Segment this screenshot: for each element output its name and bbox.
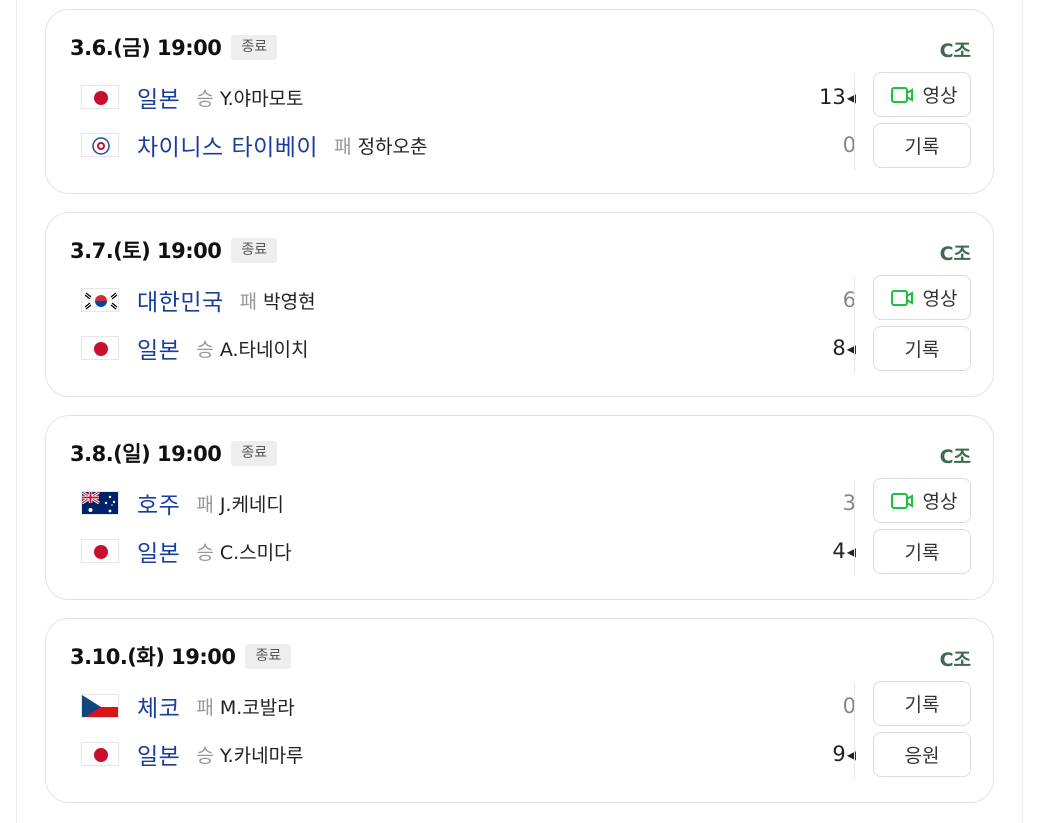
button-label: 응원 — [904, 745, 940, 767]
divider — [854, 277, 855, 373]
game-header: 3.7.(토) 19:00 종료 — [70, 237, 278, 263]
group-label[interactable]: C조 — [940, 442, 971, 469]
team-row-away[interactable]: 체코 패 M.코발라 0 — [81, 688, 856, 724]
result-label: 승 — [196, 541, 214, 564]
status-badge: 종료 — [245, 643, 292, 669]
score-value: 4 — [832, 539, 846, 563]
game-datetime: 3.8.(일) 19:00 — [70, 442, 222, 466]
video-icon — [890, 289, 913, 306]
team-name[interactable]: 일본 — [137, 534, 180, 568]
game-card: 3.6.(금) 19:00 종료 C조 일본 승 Y.야마모토 13◀ 차이니스… — [45, 9, 994, 194]
result-label: 승 — [196, 338, 214, 361]
team-row-home[interactable]: 일본 승 A.타네이치 8◀ — [81, 330, 856, 366]
button-label: 영상 — [922, 288, 958, 310]
game-header: 3.8.(일) 19:00 종료 — [70, 440, 278, 466]
divider — [854, 74, 855, 170]
team-name[interactable]: 일본 — [137, 331, 180, 365]
team-name[interactable]: 체코 — [137, 689, 180, 723]
video-button[interactable]: 영상 — [873, 478, 971, 523]
frame-left-border — [16, 0, 17, 823]
result-label: 패 — [196, 696, 214, 719]
game-datetime: 3.6.(금) 19:00 — [70, 36, 222, 60]
game-datetime: 3.7.(토) 19:00 — [70, 239, 222, 263]
team-name[interactable]: 호주 — [137, 486, 180, 520]
pitcher-name[interactable]: J.케네디 — [220, 490, 284, 517]
frame-right-border — [1022, 0, 1023, 823]
divider — [854, 683, 855, 779]
result-label: 패 — [334, 135, 352, 158]
korea-flag-icon — [81, 288, 119, 312]
team-name[interactable]: 대한민국 — [137, 283, 224, 317]
team-row-away[interactable]: 대한민국 패 박영현 6 — [81, 282, 856, 318]
status-badge: 종료 — [231, 237, 278, 263]
game-datetime: 3.10.(화) 19:00 — [70, 645, 236, 669]
team-score: 9◀ — [832, 742, 856, 766]
team-row-away[interactable]: 호주 패 J.케네디 3 — [81, 485, 856, 521]
pitcher-name[interactable]: A.타네이치 — [220, 335, 309, 362]
video-icon — [890, 492, 913, 509]
team-name[interactable]: 차이니스 타이베이 — [137, 128, 318, 162]
pitcher-name[interactable]: M.코발라 — [220, 693, 295, 720]
pitcher-name[interactable]: C.스미다 — [220, 538, 292, 565]
record-button[interactable]: 기록 — [873, 123, 971, 168]
button-label: 기록 — [904, 136, 940, 158]
result-label: 승 — [196, 744, 214, 767]
japan-flag-icon — [81, 336, 119, 360]
record-button[interactable]: 기록 — [873, 681, 971, 726]
australia-flag-icon — [81, 491, 119, 515]
game-header: 3.6.(금) 19:00 종료 — [70, 34, 278, 60]
group-label[interactable]: C조 — [940, 239, 971, 266]
group-label[interactable]: C조 — [940, 36, 971, 63]
pitcher-name[interactable]: Y.카네마루 — [220, 741, 304, 768]
record-button[interactable]: 기록 — [873, 326, 971, 371]
game-card: 3.10.(화) 19:00 종료 C조 체코 패 M.코발라 0 일본 승 Y… — [45, 618, 994, 803]
button-label: 영상 — [922, 491, 958, 513]
czech-flag-icon — [81, 694, 119, 718]
team-name[interactable]: 일본 — [137, 737, 180, 771]
status-badge: 종료 — [231, 440, 278, 466]
button-label: 기록 — [904, 339, 940, 361]
japan-flag-icon — [81, 539, 119, 563]
game-header: 3.10.(화) 19:00 종료 — [70, 643, 292, 669]
score-value: 13 — [819, 85, 846, 109]
video-button[interactable]: 영상 — [873, 72, 971, 117]
record-button[interactable]: 기록 — [873, 529, 971, 574]
result-label: 패 — [196, 493, 214, 516]
team-name[interactable]: 일본 — [137, 80, 180, 114]
pitcher-name[interactable]: Y.야마모토 — [220, 84, 304, 111]
team-score: 8◀ — [832, 336, 856, 360]
chinese-taipei-flag-icon — [81, 133, 119, 157]
team-row-home[interactable]: 일본 승 C.스미다 4◀ — [81, 533, 856, 569]
team-row-home[interactable]: 일본 승 Y.카네마루 9◀ — [81, 736, 856, 772]
score-value: 8 — [832, 336, 846, 360]
team-score: 13◀ — [819, 85, 856, 109]
button-label: 기록 — [904, 542, 940, 564]
game-card: 3.7.(토) 19:00 종료 C조 대한민국 패 박영현 6 일본 승 A.… — [45, 212, 994, 397]
japan-flag-icon — [81, 85, 119, 109]
video-button[interactable]: 영상 — [873, 275, 971, 320]
button-label: 기록 — [904, 694, 940, 716]
group-label[interactable]: C조 — [940, 645, 971, 672]
team-score: 4◀ — [832, 539, 856, 563]
result-label: 승 — [196, 87, 214, 110]
pitcher-name[interactable]: 박영현 — [263, 287, 315, 314]
divider — [854, 480, 855, 576]
video-icon — [890, 86, 913, 103]
team-row-home[interactable]: 차이니스 타이베이 패 정하오춘 0 — [81, 127, 856, 163]
score-value: 9 — [832, 742, 846, 766]
status-badge: 종료 — [231, 34, 278, 60]
result-label: 패 — [239, 290, 258, 313]
button-label: 영상 — [922, 85, 958, 107]
team-row-away[interactable]: 일본 승 Y.야마모토 13◀ — [81, 79, 856, 115]
pitcher-name[interactable]: 정하오춘 — [358, 132, 428, 159]
game-card: 3.8.(일) 19:00 종료 C조 호주 패 J.케네디 3 일본 승 C.… — [45, 415, 994, 600]
japan-flag-icon — [81, 742, 119, 766]
cheer-button[interactable]: 응원 — [873, 732, 971, 777]
